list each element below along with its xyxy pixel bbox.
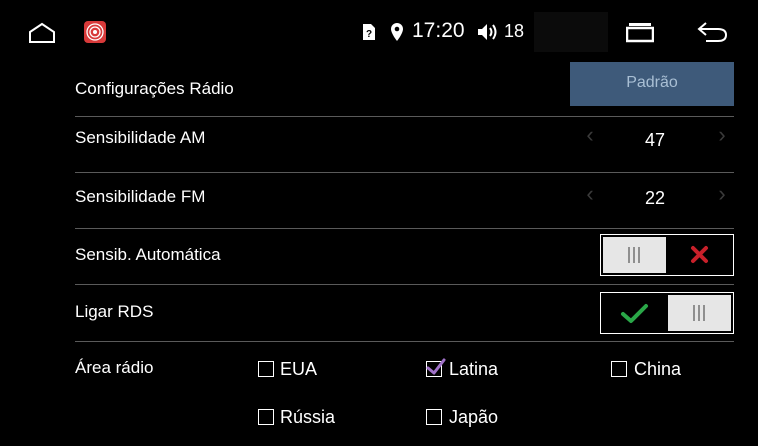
toggle-knob (603, 237, 666, 273)
am-decrease-button[interactable]: ‹ (578, 122, 602, 148)
sim-unknown-icon: ? (363, 24, 375, 40)
grip-lines-icon (628, 247, 640, 263)
radio-app-icon[interactable] (84, 21, 106, 43)
auto-sensitivity-toggle[interactable] (600, 234, 734, 276)
checkbox-eua[interactable] (258, 361, 274, 377)
status-bar: ? 17:20 18 (0, 0, 758, 62)
rds-toggle[interactable] (600, 292, 734, 334)
location-pin-icon (391, 23, 403, 41)
checkbox-label-latina: Latina (449, 359, 499, 379)
checkbox-russia[interactable] (258, 409, 274, 425)
am-increase-button[interactable]: › (710, 122, 734, 148)
clock: 17:20 (412, 19, 465, 42)
checkbox-japao[interactable] (426, 409, 442, 425)
checkbox-label-china: China (634, 359, 682, 379)
grip-lines-icon (693, 305, 705, 321)
recent-apps-icon[interactable] (626, 21, 654, 43)
toggle-off-side (668, 237, 731, 273)
fm-decrease-button[interactable]: ‹ (578, 181, 602, 207)
divider (75, 341, 734, 342)
radio-area-label: Área rádio (75, 358, 154, 377)
am-sensitivity-label: Sensibilidade AM (75, 128, 206, 147)
default-button-label: Padrão (626, 74, 678, 91)
checkbox-latina[interactable] (426, 358, 446, 377)
checkbox-label-eua: EUA (280, 359, 318, 379)
volume-level: 18 (504, 21, 525, 41)
default-button[interactable]: Padrão (570, 62, 734, 106)
home-icon[interactable] (28, 22, 56, 44)
x-mark-icon (691, 246, 708, 263)
toggle-on-side (603, 295, 666, 331)
rds-label: Ligar RDS (75, 302, 154, 321)
divider (75, 228, 734, 229)
checkbox-label-russia: Rússia (280, 407, 336, 427)
checkmark-icon (621, 304, 648, 323)
divider (75, 116, 734, 117)
auto-sensitivity-label: Sensib. Automática (75, 245, 221, 264)
toggle-knob (668, 295, 731, 331)
svg-text:?: ? (366, 29, 372, 40)
page-title: Configurações Rádio (75, 79, 234, 98)
checkmark-icon (426, 358, 446, 375)
divider (75, 172, 734, 173)
checkbox-china[interactable] (611, 361, 627, 377)
divider (75, 284, 734, 285)
back-icon[interactable] (696, 21, 728, 43)
am-sensitivity-value: 47 (644, 130, 666, 150)
checkbox-label-japao: Japão (449, 407, 499, 427)
fm-sensitivity-label: Sensibilidade FM (75, 187, 206, 206)
volume-icon[interactable] (476, 22, 500, 42)
status-shade (534, 12, 608, 52)
fm-increase-button[interactable]: › (710, 181, 734, 207)
fm-sensitivity-value: 22 (644, 188, 666, 208)
